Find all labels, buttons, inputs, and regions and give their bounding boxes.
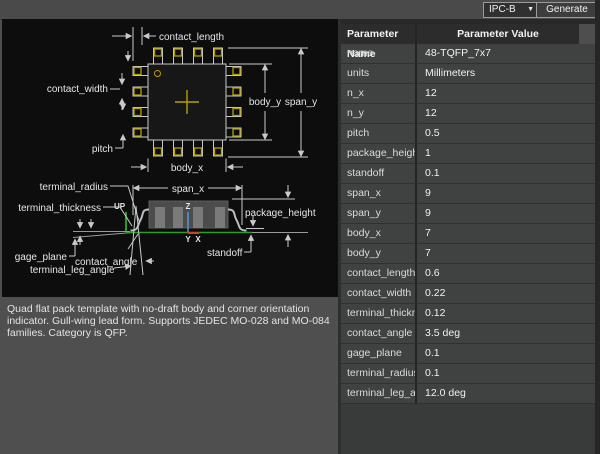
table-row[interactable]: contact_width 0.22 (341, 284, 595, 304)
param-value-cell[interactable]: Millimeters (417, 64, 593, 83)
label-pitch: pitch (92, 144, 113, 155)
table-header-row: Parameter Name Parameter Value (341, 24, 595, 60)
table-row[interactable]: package_height 1 (341, 144, 595, 164)
axis-z-label: Z (186, 202, 191, 211)
label-standoff: standoff (207, 248, 243, 259)
dim-contact-width (110, 73, 126, 110)
package-preview-panel: contact_length contact_width pitch body_… (2, 19, 338, 297)
param-value-cell[interactable]: 3.5 deg (417, 324, 593, 343)
qfp-side-view: span_x UP Z Y X package_height standoff … (15, 182, 316, 276)
table-row[interactable]: terminal_thickness 0.12 (341, 304, 595, 324)
param-value-cell[interactable]: 9 (417, 204, 593, 223)
window-right-border (595, 0, 600, 454)
label-body-y: body_y (249, 97, 281, 108)
table-row[interactable]: contact_length 0.6 (341, 264, 595, 284)
param-name-cell: terminal_radius (341, 364, 417, 383)
label-span-x: span_x (172, 184, 204, 195)
dim-contact-length (112, 27, 156, 62)
toolbar: IPC-B ▼ Generate (0, 0, 600, 20)
header-parameter-name: Parameter Name (341, 24, 417, 60)
param-name-cell: body_y (341, 244, 417, 263)
param-value-cell[interactable]: 7 (417, 224, 593, 243)
parameter-table: Parameter Name Parameter Value name 48-T… (341, 24, 595, 404)
param-name-cell: span_x (341, 184, 417, 203)
template-description: Quad flat pack template with no-draft bo… (7, 303, 330, 339)
param-value-cell[interactable]: 7 (417, 244, 593, 263)
param-name-cell: contact_length (341, 264, 417, 283)
table-row[interactable]: units Millimeters (341, 64, 595, 84)
param-value-cell[interactable]: 0.22 (417, 284, 593, 303)
axis-x-label: X (195, 235, 201, 244)
param-name-cell: terminal_leg_angle (341, 384, 417, 403)
param-value-cell[interactable]: 0.1 (417, 344, 593, 363)
param-value-cell[interactable]: 0.1 (417, 164, 593, 183)
param-value-cell[interactable]: 1 (417, 144, 593, 163)
table-row[interactable]: n_y 12 (341, 104, 595, 124)
param-name-cell: pitch (341, 124, 417, 143)
table-row[interactable]: gage_plane 0.1 (341, 344, 595, 364)
param-name-cell: gage_plane (341, 344, 417, 363)
label-terminal-leg-angle: terminal_leg_angle (30, 265, 115, 276)
table-row[interactable]: standoff 0.1 (341, 164, 595, 184)
param-value-cell[interactable]: 9 (417, 184, 593, 203)
label-contact-width: contact_width (47, 84, 108, 95)
param-name-cell: package_height (341, 144, 417, 163)
contact-angle-line (72, 232, 134, 238)
qfp-top-view: contact_length contact_width pitch body_… (47, 27, 317, 174)
table-row[interactable]: pitch 0.5 (341, 124, 595, 144)
dim-gage-plane (69, 238, 79, 257)
param-name-cell: contact_width (341, 284, 417, 303)
package-diagram: contact_length contact_width pitch body_… (15, 27, 317, 276)
table-row[interactable]: terminal_leg_angle 12.0 deg (341, 384, 595, 404)
ipc-preset-value: IPC-B (489, 4, 516, 15)
param-value-cell[interactable]: 0.1 (417, 364, 593, 383)
label-contact-length: contact_length (159, 32, 224, 43)
header-parameter-value: Parameter Value (457, 28, 539, 40)
param-name-cell: n_x (341, 84, 417, 103)
param-name-cell: n_y (341, 104, 417, 123)
label-body-x: body_x (171, 163, 203, 174)
table-row[interactable]: contact_angle 3.5 deg (341, 324, 595, 344)
param-name-cell: standoff (341, 164, 417, 183)
table-row[interactable]: name 48-TQFP_7x7 (341, 44, 595, 64)
label-package-height: package_height (245, 208, 316, 219)
param-value-cell[interactable]: 0.12 (417, 304, 593, 323)
axis-y-label: Y (185, 235, 191, 244)
param-name-cell: contact_angle (341, 324, 417, 343)
table-body: name 48-TQFP_7x7 units Millimeters n_x 1… (341, 44, 595, 404)
dim-standoff (244, 215, 264, 253)
table-row[interactable]: body_y 7 (341, 244, 595, 264)
table-row[interactable]: n_x 12 (341, 84, 595, 104)
param-value-cell[interactable]: 12.0 deg (417, 384, 593, 403)
label-terminal-thickness: terminal_thickness (18, 203, 101, 214)
table-row[interactable]: body_x 7 (341, 224, 595, 244)
table-row[interactable]: terminal_radius 0.1 (341, 364, 595, 384)
param-value-cell[interactable]: 0.6 (417, 264, 593, 283)
param-name-cell: terminal_thickness (341, 304, 417, 323)
param-value-cell[interactable]: 12 (417, 84, 593, 103)
table-row[interactable]: span_y 9 (341, 204, 595, 224)
param-value-cell[interactable]: 0.5 (417, 124, 593, 143)
ipc-preset-dropdown[interactable]: IPC-B ▼ (483, 2, 538, 18)
param-value-cell[interactable]: 48-TQFP_7x7 (417, 44, 593, 63)
label-span-y: span_y (285, 97, 317, 108)
label-terminal-radius: terminal_radius (40, 182, 108, 193)
header-scroll-corner (579, 24, 595, 44)
param-name-cell: units (341, 64, 417, 83)
generate-button[interactable]: Generate (536, 2, 598, 18)
table-row[interactable]: span_x 9 (341, 184, 595, 204)
parameter-panel: Parameter Name Parameter Value name 48-T… (341, 19, 595, 454)
param-name-cell: name (341, 44, 417, 63)
param-name-cell: body_x (341, 224, 417, 243)
param-name-cell: span_y (341, 204, 417, 223)
label-gage-plane: gage_plane (15, 252, 68, 263)
param-value-cell[interactable]: 12 (417, 104, 593, 123)
